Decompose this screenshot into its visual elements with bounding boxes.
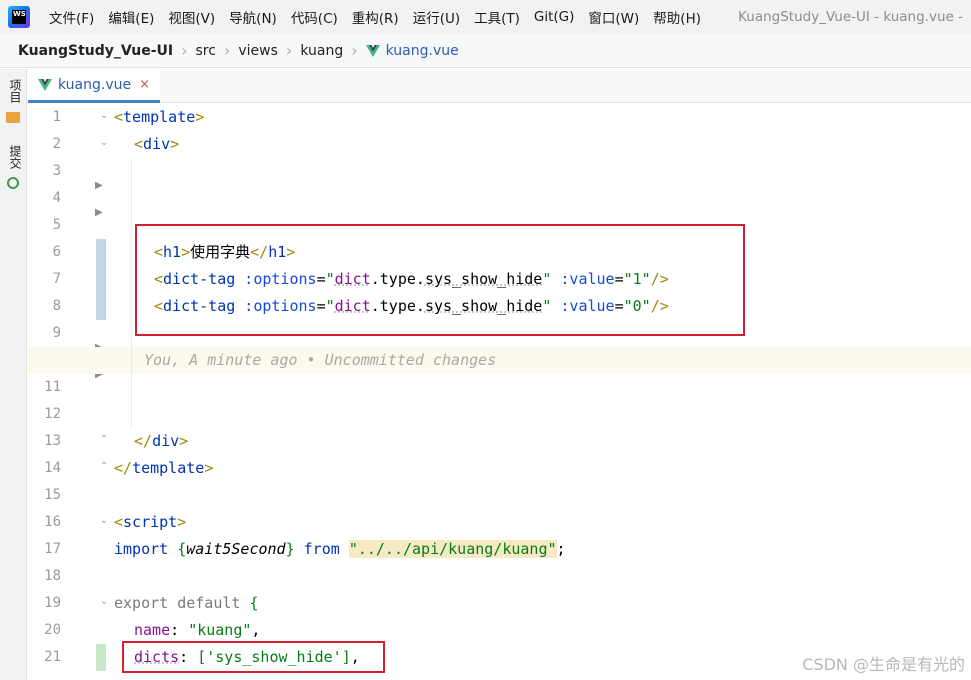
tab-kuang-vue[interactable]: kuang.vue × [28,69,161,103]
breadcrumb: KuangStudy_Vue-UI › src › views › kuang … [0,34,971,68]
chevron-right-icon: › [285,41,293,60]
code-editor[interactable]: 1 2 3 4 5 6 7 8 9 10 11 12 13 14 15 16 1… [28,104,971,680]
fold-open-icon[interactable]: ⌄ [100,137,108,148]
line-number: 1 [52,109,61,125]
tab-label: kuang.vue [58,76,132,93]
line-number: 11 [44,379,61,395]
indent-guide [131,159,132,429]
tool-window-strip: 项目 提交 [0,69,27,680]
breadcrumb-views[interactable]: views [234,43,282,59]
menu-bar: WS 文件(F) 编辑(E) 视图(V) 导航(N) 代码(C) 重构(R) 运… [0,0,971,34]
menu-item-help[interactable]: 帮助(H) [646,7,708,27]
line-number: 5 [52,217,61,233]
code-area[interactable]: <template> <div> <h1>使用字典</h1> <dict-tag… [28,104,971,680]
menu-item-run[interactable]: 运行(U) [406,7,467,27]
code-line-20: name: "kuang", [134,621,261,639]
code-line-19: export default { [114,594,259,612]
line-number: 13 [44,433,61,449]
breadcrumb-project[interactable]: KuangStudy_Vue-UI [14,43,177,59]
menu-item-git[interactable]: Git(G) [527,9,582,25]
vcs-modified-marker[interactable] [96,239,106,320]
line-number: 3 [52,163,61,179]
line-number: 6 [52,244,61,260]
fold-open-icon[interactable]: ⌄ [100,515,108,526]
line-number: 18 [44,568,61,584]
logo-text: WS [12,10,26,24]
editor-gutter: 1 2 3 4 5 6 7 8 9 10 11 12 13 14 15 16 1… [28,104,108,680]
commit-icon[interactable] [7,177,19,189]
vcs-added-marker[interactable] [96,644,106,671]
vue-file-icon [38,78,52,91]
webstorm-logo-icon[interactable]: WS [8,6,30,28]
line-number: 4 [52,190,61,206]
breadcrumb-src[interactable]: src [192,43,220,59]
chevron-right-icon: › [181,41,188,60]
tool-commit-button[interactable]: 提交 [4,145,24,169]
annotation-box-dicts [122,641,385,673]
menu-item-view[interactable]: 视图(V) [161,7,222,27]
line-number: 7 [52,271,61,287]
chevron-right-icon: › [223,41,231,60]
folder-icon[interactable] [6,112,20,123]
vue-file-icon [365,44,380,57]
close-icon[interactable]: × [139,77,150,92]
line-number: 17 [44,541,61,557]
line-number: 20 [44,622,61,638]
breadcrumb-file-label: kuang.vue [385,42,459,59]
line-number: 9 [52,325,61,341]
code-line-1: <template> [114,108,205,126]
git-blame-hint[interactable]: You, A minute ago • Uncommitted changes [144,347,496,374]
menu-item-file[interactable]: 文件(F) [42,7,101,27]
breadcrumb-file[interactable]: kuang.vue [362,43,463,59]
menu-item-code[interactable]: 代码(C) [284,7,345,27]
annotation-box-dict-tags [135,224,745,336]
window-title: KuangStudy_Vue-UI - kuang.vue - [738,9,963,25]
expand-arrow-icon[interactable]: ▶ [95,207,103,218]
menu-item-window[interactable]: 窗口(W) [581,7,646,27]
line-number: 19 [44,595,61,611]
line-number: 8 [52,298,61,314]
code-line-2: <div> [134,135,180,153]
line-number: 16 [44,514,61,530]
fold-close-icon[interactable]: ⌃ [100,461,108,472]
menu-item-navigate[interactable]: 导航(N) [222,7,284,27]
fold-close-icon[interactable]: ⌃ [100,434,108,445]
code-line-14: </template> [114,459,214,477]
expand-arrow-icon[interactable]: ▶ [95,180,103,191]
fold-open-icon[interactable]: ⌄ [100,596,108,607]
breadcrumb-kuang[interactable]: kuang [296,43,347,59]
code-line-13: </div> [134,432,189,450]
tool-project-button[interactable]: 项目 [4,79,24,103]
code-line-17: import {wait5Second} from "../../api/kua… [114,540,566,558]
menu-item-edit[interactable]: 编辑(E) [101,7,161,27]
line-number: 21 [44,649,61,665]
menu-item-refactor[interactable]: 重构(R) [345,7,406,27]
line-number: 12 [44,406,61,422]
watermark: CSDN @生命是有光的 [802,655,965,674]
menu-item-tools[interactable]: 工具(T) [467,7,527,27]
fold-open-icon[interactable]: ⌄ [100,110,108,121]
chevron-right-icon: › [351,41,358,60]
line-number: 2 [52,136,61,152]
editor-tab-bar: kuang.vue × [28,69,971,103]
code-line-16: <script> [114,513,187,531]
line-number: 15 [44,487,61,503]
line-number: 14 [44,460,61,476]
